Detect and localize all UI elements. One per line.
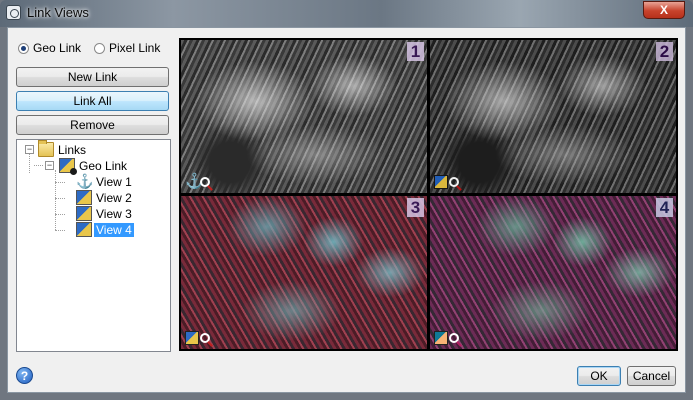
tree-item-links-label: Links <box>58 142 87 157</box>
window-title: Link Views <box>27 5 89 20</box>
tree-item-view-4[interactable]: View 4 <box>76 222 134 237</box>
collapse-geo-link-toggle[interactable]: − <box>45 161 54 170</box>
tree-connector <box>55 182 65 183</box>
tree-connector <box>29 154 30 173</box>
view-panel-1[interactable]: 1 ⚓ <box>181 40 427 193</box>
view-icon <box>76 206 92 221</box>
view-number-badge: 4 <box>656 198 673 217</box>
view-number-badge: 3 <box>407 198 424 217</box>
view-number-badge: 1 <box>407 42 424 61</box>
cancel-button[interactable]: Cancel <box>627 366 676 386</box>
remove-button[interactable]: Remove <box>16 115 169 135</box>
tree-item-view-3[interactable]: View 3 <box>76 206 132 221</box>
magnifier-icon <box>449 333 459 343</box>
magnifier-icon <box>200 177 210 187</box>
radio-pixel-link[interactable]: Pixel Link <box>94 41 160 55</box>
links-tree[interactable]: − Links − Geo Link ⚓ View 1 View 2 View … <box>16 139 171 352</box>
tree-connector <box>55 198 65 199</box>
view-panel-4[interactable]: 4 <box>430 196 676 349</box>
tree-item-view-1[interactable]: ⚓ View 1 <box>76 174 132 189</box>
magnifier-icon <box>200 333 210 343</box>
tree-item-view-4-label: View 4 <box>94 222 134 237</box>
georeference-icon <box>59 158 77 175</box>
view-panel-3[interactable]: 3 <box>181 196 427 349</box>
title-bar[interactable]: Link Views X <box>0 0 693 27</box>
tree-item-geo-link-label: Geo Link <box>79 158 128 173</box>
tree-connector <box>55 170 56 230</box>
view-icon <box>76 190 92 205</box>
view-panel-2[interactable]: 2 <box>430 40 676 193</box>
tree-connector <box>55 230 65 231</box>
folder-icon <box>38 140 54 157</box>
view-icon <box>76 222 92 237</box>
link-all-button[interactable]: Link All <box>16 91 169 111</box>
georeference-icon <box>434 331 448 345</box>
radio-button-icon[interactable] <box>94 42 105 54</box>
collapse-links-toggle[interactable]: − <box>25 145 34 154</box>
tree-connector <box>55 214 65 215</box>
ok-button[interactable]: OK <box>577 366 621 386</box>
georeference-icon <box>434 175 448 189</box>
close-button[interactable]: X <box>643 1 685 19</box>
tree-item-links[interactable]: Links <box>38 140 87 157</box>
tree-item-view-1-label: View 1 <box>96 174 132 189</box>
dialog-body: Geo Link Pixel Link New Link Link All Re… <box>7 27 686 393</box>
radio-geo-link-label: Geo Link <box>33 41 82 55</box>
tree-item-geo-link[interactable]: Geo Link <box>59 158 128 175</box>
anchor-icon: ⚓ <box>185 173 204 190</box>
help-icon[interactable]: ? <box>16 367 33 384</box>
anchor-icon: ⚓ <box>76 173 94 189</box>
magnifier-icon <box>449 177 459 187</box>
tree-item-view-2[interactable]: View 2 <box>76 190 132 205</box>
new-link-button[interactable]: New Link <box>16 67 169 87</box>
tree-item-view-3-label: View 3 <box>96 206 132 221</box>
radio-button-icon[interactable] <box>18 42 29 54</box>
georeference-icon <box>185 331 199 345</box>
view-number-badge: 2 <box>656 42 673 61</box>
radio-pixel-link-label: Pixel Link <box>109 41 161 55</box>
views-grid: 1 ⚓ 2 3 4 <box>179 38 678 351</box>
radio-geo-link[interactable]: Geo Link <box>18 41 81 55</box>
tree-item-view-2-label: View 2 <box>96 190 132 205</box>
tree-connector <box>34 165 43 166</box>
app-icon <box>6 5 21 20</box>
